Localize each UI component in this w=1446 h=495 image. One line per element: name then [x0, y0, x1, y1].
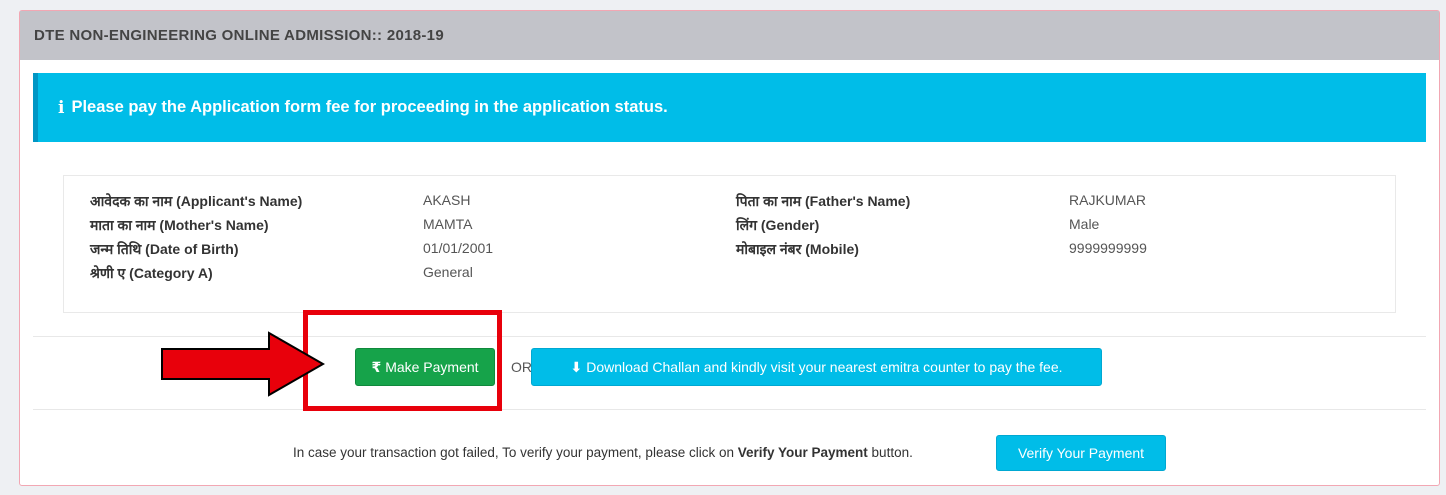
download-challan-button[interactable]: ⬇ Download Challan and kindly visit your…: [531, 348, 1102, 386]
admission-panel: DTE NON-ENGINEERING ONLINE ADMISSION:: 2…: [19, 10, 1440, 486]
gender-label: लिंग (Gender): [736, 217, 820, 233]
info-alert: i Please pay the Application form fee fo…: [33, 73, 1426, 142]
verify-note: In case your transaction got failed, To …: [293, 445, 913, 460]
applicant-name-label: आवेदक का नाम (Applicant's Name): [90, 193, 303, 209]
alert-message: Please pay the Application form fee for …: [71, 98, 668, 116]
verify-payment-button[interactable]: Verify Your Payment: [996, 435, 1166, 471]
download-challan-label: Download Challan and kindly visit your n…: [586, 359, 1063, 375]
verify-note-bold: Verify Your Payment: [737, 445, 868, 460]
dob-label: जन्म तिथि (Date of Birth): [90, 241, 239, 257]
category-value: General: [423, 264, 473, 280]
category-label: श्रेणी ए (Category A): [90, 265, 213, 281]
dob-value: 01/01/2001: [423, 240, 494, 256]
info-icon: i: [58, 97, 65, 118]
applicant-name-value: AKASH: [423, 192, 471, 208]
father-name-value: RAJKUMAR: [1069, 192, 1147, 208]
verify-note-prefix: In case your transaction got failed, To …: [293, 445, 738, 460]
page-title: DTE NON-ENGINEERING ONLINE ADMISSION:: 2…: [34, 27, 444, 44]
or-text: OR: [511, 359, 532, 375]
divider: [33, 409, 1426, 410]
mother-name-label: माता का नाम (Mother's Name): [90, 217, 269, 233]
verify-payment-label: Verify Your Payment: [1017, 445, 1145, 461]
mobile-value: 9999999999: [1069, 240, 1147, 256]
father-name-label: पिता का नाम (Father's Name): [736, 193, 911, 209]
applicant-details: आवेदक का नाम (Applicant's Name) AKASH पि…: [63, 175, 1396, 313]
verify-note-suffix: button.: [867, 445, 913, 460]
red-arrow-icon: [161, 331, 325, 397]
panel-header: DTE NON-ENGINEERING ONLINE ADMISSION:: 2…: [20, 11, 1439, 60]
gender-value: Male: [1069, 216, 1100, 232]
mother-name-value: MAMTA: [423, 216, 473, 232]
highlight-box: [303, 310, 502, 411]
download-icon: ⬇: [570, 358, 583, 375]
mobile-label: मोबाइल नंबर (Mobile): [736, 241, 859, 257]
